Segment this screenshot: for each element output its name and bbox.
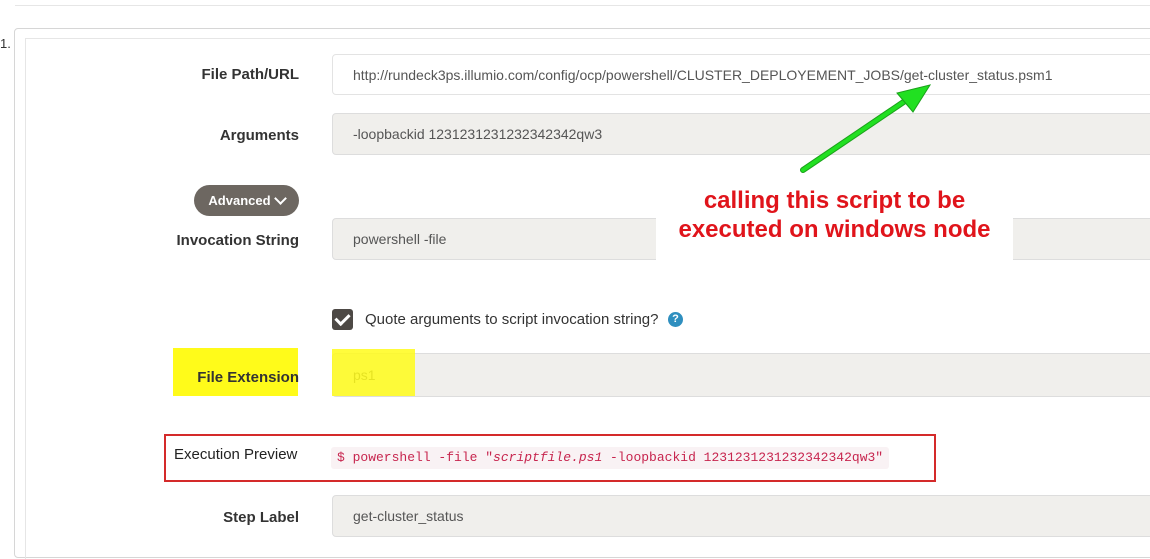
arrow-icon: [800, 84, 932, 173]
